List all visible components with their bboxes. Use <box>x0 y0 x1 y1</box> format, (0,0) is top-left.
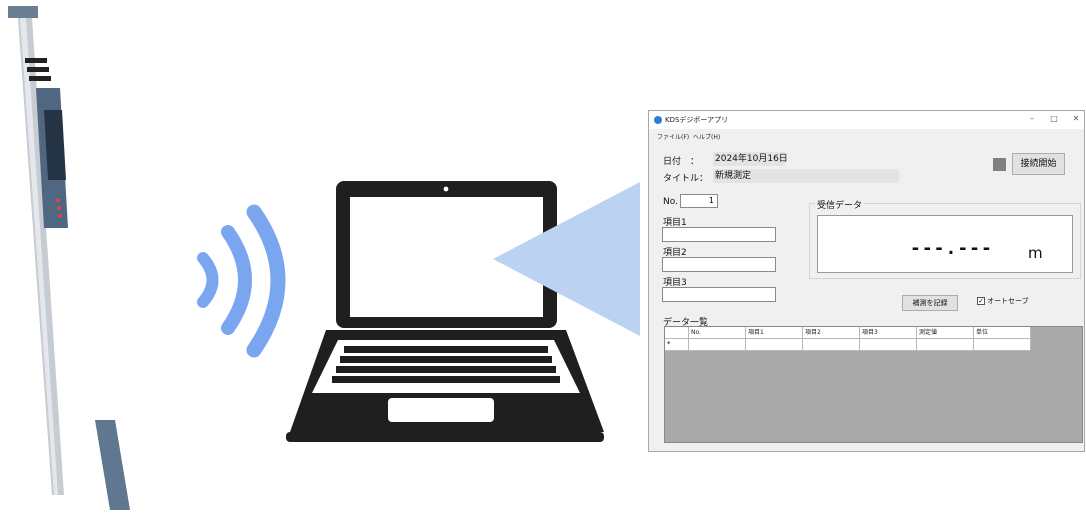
date-value: 2024年10月16日 <box>713 152 788 166</box>
illustration <box>8 6 640 510</box>
column-header-no[interactable]: No. <box>689 327 746 339</box>
close-button[interactable]: ✕ <box>1069 114 1083 123</box>
connect-button[interactable]: 接続開始 <box>1012 153 1065 175</box>
received-data-display: ---.--- m <box>817 215 1073 273</box>
table-cell[interactable] <box>860 339 917 351</box>
measuring-device-image <box>8 6 130 510</box>
new-row-marker: * <box>665 339 689 351</box>
date-label: 日付 ： <box>663 157 700 167</box>
record-button[interactable]: 補測を記録 <box>902 295 958 311</box>
wireless-signal-icon <box>197 204 286 358</box>
table-cell[interactable] <box>746 339 803 351</box>
title-bar: KDSデジポーアプリ – □ ✕ <box>649 111 1084 129</box>
app-window: KDSデジポーアプリ – □ ✕ ファイル(F) ヘルプ(H) 日付 ： 202… <box>648 110 1085 452</box>
menu-help[interactable]: ヘルプ(H) <box>693 132 720 141</box>
item1-input[interactable] <box>662 227 776 242</box>
autosave-label: オートセーブ <box>987 297 1029 305</box>
no-stepper[interactable]: 1 <box>680 194 718 208</box>
autosave-checkbox[interactable]: ✓ <box>977 297 985 305</box>
title-label: タイトル： <box>663 174 709 184</box>
table-cell[interactable] <box>689 339 746 351</box>
item3-input[interactable] <box>662 287 776 302</box>
menu-bar: ファイル(F) ヘルプ(H) <box>649 130 1084 142</box>
table-cell[interactable] <box>917 339 974 351</box>
column-header-unit[interactable]: 単位 <box>974 327 1031 339</box>
laptop-icon <box>286 181 604 442</box>
table-cell[interactable] <box>803 339 860 351</box>
data-grid[interactable]: No. 項目1 項目2 項目3 測定値 単位 * <box>664 326 1083 443</box>
grid-row-header <box>665 327 689 339</box>
column-header-measured-value[interactable]: 測定値 <box>917 327 974 339</box>
app-icon <box>654 116 662 124</box>
connection-status-indicator <box>993 158 1006 171</box>
menu-file[interactable]: ファイル(F) <box>657 132 689 141</box>
window-title: KDSデジポーアプリ <box>665 116 729 124</box>
column-header-item1[interactable]: 項目1 <box>746 327 803 339</box>
received-data-label: 受信データ <box>815 198 865 211</box>
title-value: 新規測定 <box>713 169 899 183</box>
minimize-button[interactable]: – <box>1025 114 1039 123</box>
table-cell[interactable] <box>974 339 1031 351</box>
column-header-item2[interactable]: 項目2 <box>803 327 860 339</box>
column-header-item3[interactable]: 項目3 <box>860 327 917 339</box>
received-unit: m <box>1028 244 1043 262</box>
item2-input[interactable] <box>662 257 776 272</box>
no-label: No. <box>663 197 678 207</box>
maximize-button[interactable]: □ <box>1047 114 1061 123</box>
received-value: ---.--- <box>910 238 993 259</box>
